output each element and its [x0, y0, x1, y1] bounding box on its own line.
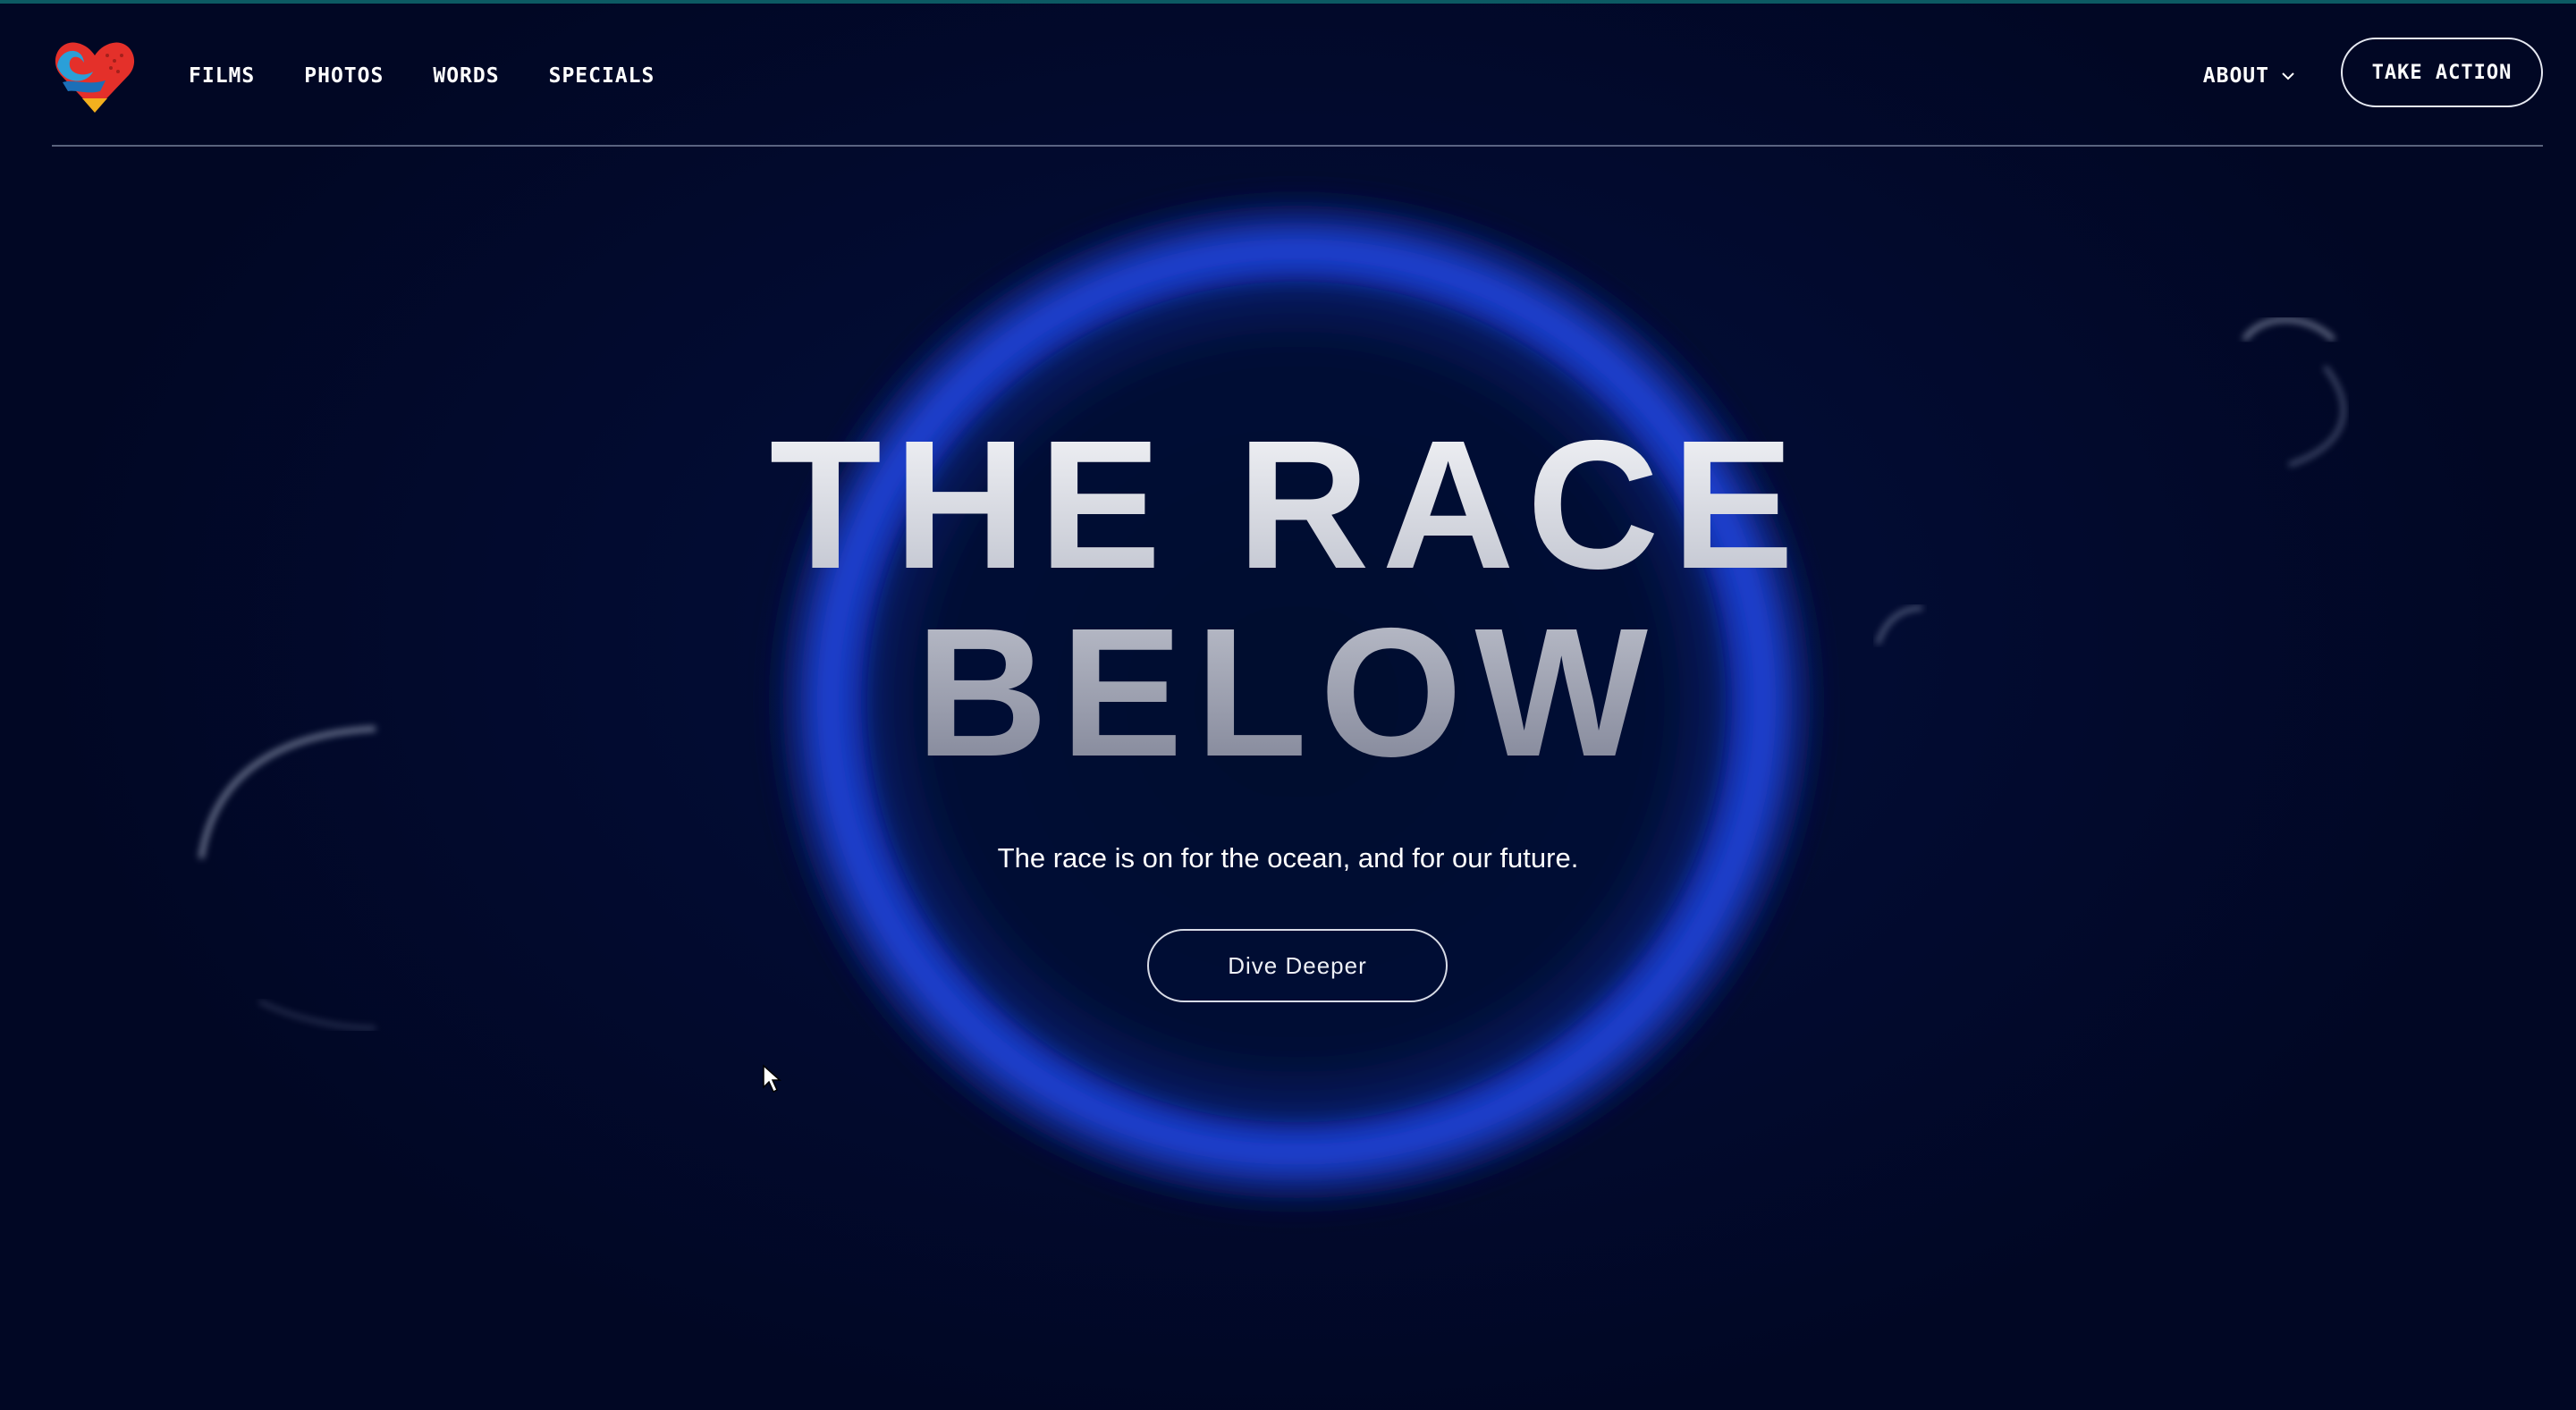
dive-deeper-button[interactable]: Dive Deeper [1147, 929, 1448, 1002]
chevron-down-icon [2282, 72, 2294, 80]
nav-specials[interactable]: SPECIALS [549, 64, 655, 88]
about-dropdown[interactable]: ABOUT [2203, 64, 2296, 88]
about-label: ABOUT [2202, 64, 2269, 88]
site-header: FILMS PHOTOS WORDS SPECIALS ABOUT TAKE A… [52, 32, 2543, 147]
nav-films[interactable]: FILMS [189, 64, 255, 88]
hero-subtitle: The race is on for the ocean, and for ou… [997, 842, 1579, 874]
take-action-button[interactable]: TAKE ACTION [2341, 38, 2543, 107]
header-divider [52, 145, 2543, 147]
main-nav: FILMS PHOTOS WORDS SPECIALS [189, 64, 655, 88]
mouse-cursor-icon [763, 1064, 781, 1093]
hero-title-line-2: BELOW [916, 590, 1660, 795]
heart-wave-logo[interactable] [52, 36, 138, 116]
hero-title-line-1: THE RACE [769, 402, 1807, 607]
nav-photos[interactable]: PHOTOS [304, 64, 384, 88]
nav-words[interactable]: WORDS [433, 64, 499, 88]
window-top-edge [0, 0, 2576, 4]
hero-title: THE RACE BELOW [0, 411, 2576, 787]
